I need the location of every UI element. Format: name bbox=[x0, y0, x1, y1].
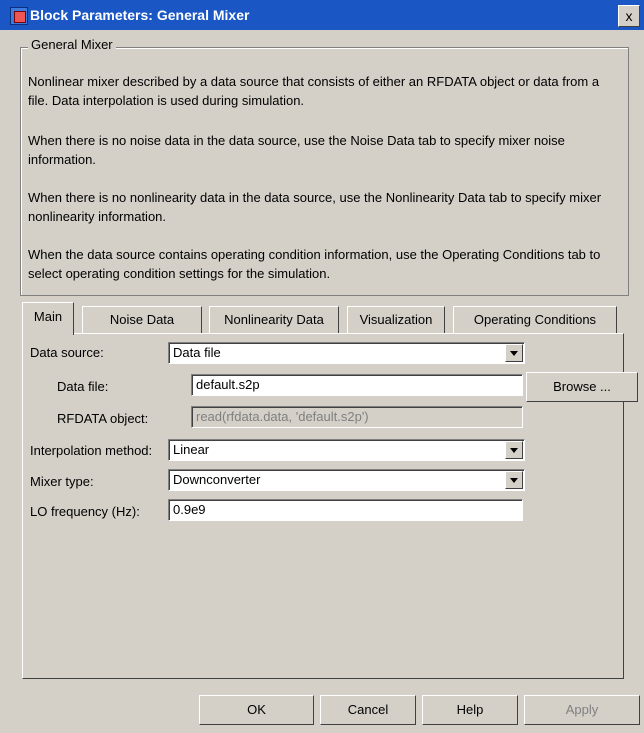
interpolation-method-label: Interpolation method: bbox=[30, 443, 153, 458]
data-file-label: Data file: bbox=[57, 379, 109, 394]
chevron-down-icon[interactable] bbox=[505, 441, 523, 459]
window-title: Block Parameters: General Mixer bbox=[30, 7, 250, 23]
tab-strip: Main Noise Data Nonlinearity Data Visual… bbox=[22, 302, 624, 335]
description-paragraph: When the data source contains operating … bbox=[28, 247, 601, 281]
tab-nonlinearity-data[interactable]: Nonlinearity Data bbox=[209, 306, 339, 333]
close-button[interactable]: x bbox=[618, 5, 640, 27]
help-button[interactable]: Help bbox=[422, 695, 518, 725]
description-paragraph: When there is no nonlinearity data in th… bbox=[28, 190, 602, 224]
ok-button[interactable]: OK bbox=[199, 695, 314, 725]
data-source-dropdown[interactable]: Data file bbox=[168, 342, 525, 364]
mixer-type-value: Downconverter bbox=[173, 472, 261, 487]
tab-visualization[interactable]: Visualization bbox=[347, 306, 445, 333]
chevron-down-icon[interactable] bbox=[505, 344, 523, 362]
data-source-value: Data file bbox=[173, 345, 221, 360]
mixer-type-dropdown[interactable]: Downconverter bbox=[168, 469, 525, 491]
data-source-label: Data source: bbox=[30, 345, 104, 360]
title-bar: Block Parameters: General Mixer x bbox=[0, 0, 644, 30]
lo-frequency-input[interactable]: 0.9e9 bbox=[168, 499, 523, 521]
rfdata-object-label: RFDATA object: bbox=[57, 411, 149, 426]
lo-frequency-label: LO frequency (Hz): bbox=[30, 504, 140, 519]
mixer-type-label: Mixer type: bbox=[30, 474, 94, 489]
tab-main[interactable]: Main bbox=[22, 302, 74, 335]
description-paragraph: When there is no noise data in the data … bbox=[28, 133, 565, 167]
tab-operating-conditions[interactable]: Operating Conditions bbox=[453, 306, 617, 333]
interpolation-method-value: Linear bbox=[173, 442, 210, 457]
chevron-down-icon[interactable] bbox=[505, 471, 523, 489]
cancel-button[interactable]: Cancel bbox=[320, 695, 416, 725]
tab-noise-data[interactable]: Noise Data bbox=[82, 306, 202, 333]
interpolation-method-dropdown[interactable]: Linear bbox=[168, 439, 525, 461]
data-file-input[interactable]: default.s2p bbox=[191, 374, 523, 396]
simulink-block-icon bbox=[10, 7, 28, 25]
browse-button[interactable]: Browse ... bbox=[526, 372, 638, 402]
description-paragraph: Nonlinear mixer described by a data sour… bbox=[28, 74, 600, 108]
group-title: General Mixer bbox=[28, 37, 116, 52]
apply-button: Apply bbox=[524, 695, 640, 725]
rfdata-object-input: read(rfdata.data, 'default.s2p') bbox=[191, 406, 523, 428]
